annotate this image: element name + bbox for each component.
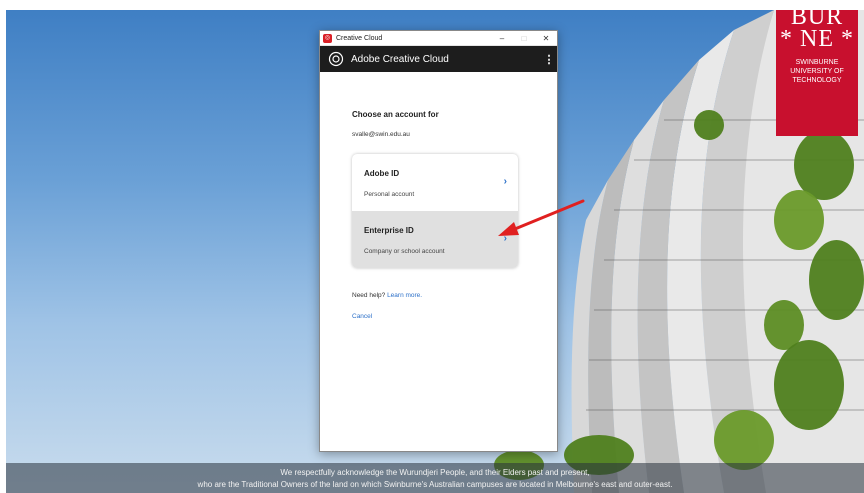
account-email: svalle@swin.edu.au <box>352 131 410 138</box>
account-options: Adobe ID Personal account › Enterprise I… <box>352 154 518 268</box>
adobe-id-subtitle: Personal account <box>364 191 415 198</box>
chevron-right-icon: › <box>503 233 507 244</box>
cancel-link[interactable]: Cancel <box>352 313 525 320</box>
creative-cloud-logo-icon <box>328 51 344 67</box>
creative-cloud-app-icon: ◎ <box>323 33 332 43</box>
enterprise-id-title: Enterprise ID <box>364 226 414 235</box>
help-line: Need help? Learn more. <box>352 292 525 299</box>
help-text: Need help? <box>352 292 386 299</box>
learn-more-link[interactable]: Learn more. <box>387 292 422 299</box>
enterprise-id-option[interactable]: Enterprise ID Company or school account … <box>352 211 518 268</box>
adobe-id-option[interactable]: Adobe ID Personal account › <box>352 154 518 211</box>
chevron-right-icon: › <box>503 176 507 187</box>
acknowledgement-banner: We respectfully acknowledge the Wurundje… <box>6 463 864 493</box>
app-header: Adobe Creative Cloud ⋮ <box>320 46 557 72</box>
enterprise-id-subtitle: Company or school account <box>364 248 445 255</box>
acknowledgement-line-1: We respectfully acknowledge the Wurundje… <box>280 468 590 477</box>
creative-cloud-window: ◎ Creative Cloud – □ ✕ Adobe Creative Cl… <box>319 30 558 452</box>
app-header-title: Adobe Creative Cloud <box>351 53 449 65</box>
account-chooser: Choose an account for svalle@swin.edu.au… <box>320 110 557 320</box>
swinburne-logo: BUR * NE * SWINBURNE UNIVERSITY OF TECHN… <box>776 10 858 136</box>
adobe-id-title: Adobe ID <box>364 169 400 178</box>
maximize-button[interactable]: □ <box>513 34 535 43</box>
close-button[interactable]: ✕ <box>535 34 557 43</box>
window-title: Creative Cloud <box>336 34 383 42</box>
window-titlebar[interactable]: ◎ Creative Cloud – □ ✕ <box>320 31 557 46</box>
more-options-icon[interactable]: ⋮ <box>541 53 557 66</box>
choose-account-heading: Choose an account for <box>352 110 439 119</box>
acknowledgement-line-2: who are the Traditional Owners of the la… <box>197 480 673 489</box>
minimize-button[interactable]: – <box>491 34 513 43</box>
